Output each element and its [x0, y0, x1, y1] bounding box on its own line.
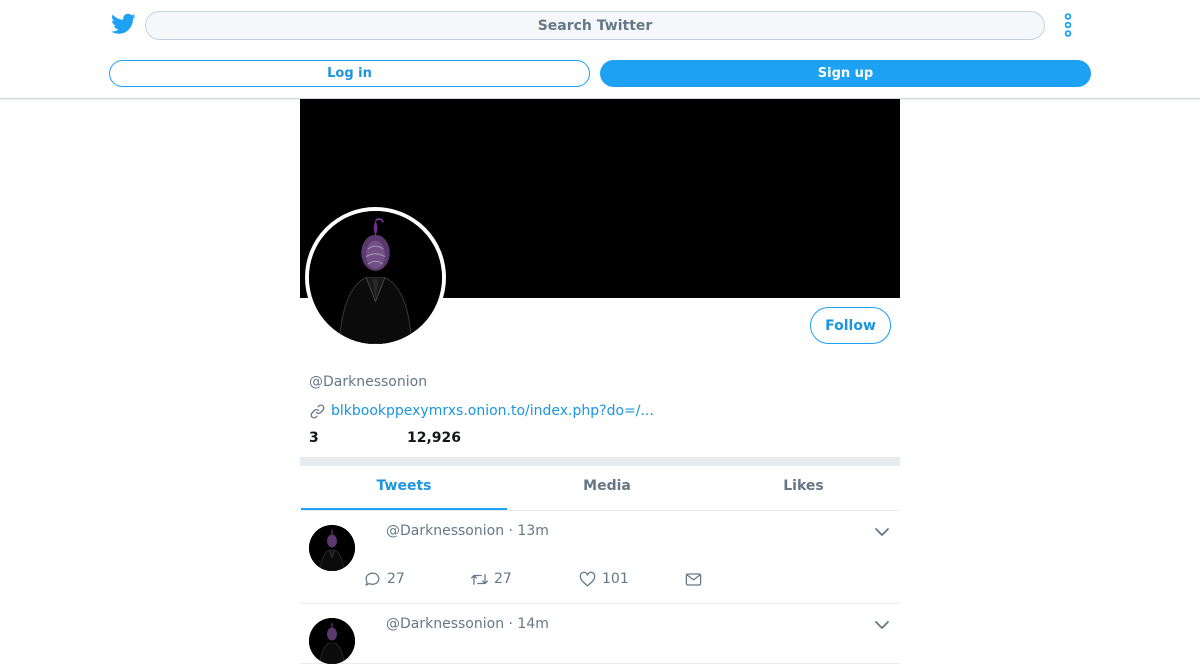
heart-icon: [579, 571, 596, 586]
tab-tweets[interactable]: Tweets: [301, 466, 507, 510]
reply-button[interactable]: 27: [363, 569, 405, 589]
retweet-count: 27: [494, 571, 512, 587]
tweet-avatar[interactable]: [309, 525, 355, 571]
profile-handle: @Darknessonion: [309, 374, 428, 390]
tweet-actions: 27 27 101: [363, 569, 723, 589]
chevron-down-icon[interactable]: [874, 524, 890, 540]
tab-media[interactable]: Media: [507, 466, 707, 510]
profile-tabs: Tweets Media Likes: [300, 466, 900, 511]
following-count[interactable]: 3: [309, 430, 319, 446]
retweet-icon: [470, 573, 489, 585]
login-button[interactable]: Log in: [109, 60, 590, 87]
profile-avatar[interactable]: [305, 207, 446, 348]
profile-link-row: blkbookppexymrxs.onion.to/index.php?do=/…: [309, 402, 654, 420]
reply-count: 27: [387, 571, 405, 587]
like-count: 101: [602, 571, 629, 587]
search-input[interactable]: [145, 11, 1045, 40]
tweet-avatar[interactable]: [309, 618, 355, 664]
tweet-header: @Darknessonion · 13m: [386, 523, 549, 539]
top-header: Log in Sign up: [0, 0, 1200, 99]
tab-likes[interactable]: Likes: [707, 466, 900, 510]
link-chain-icon: [310, 404, 325, 418]
section-divider: [300, 457, 900, 466]
twitter-bird-icon[interactable]: [111, 13, 136, 35]
chevron-down-icon[interactable]: [874, 617, 890, 633]
tweet-item[interactable]: @Darknessonion · 13m 27 27 101: [300, 511, 900, 604]
profile-website-link[interactable]: blkbookppexymrxs.onion.to/index.php?do=/…: [331, 403, 654, 419]
followers-count[interactable]: 12,926: [407, 430, 461, 446]
retweet-button[interactable]: 27: [470, 569, 512, 589]
tweet-item[interactable]: @Darknessonion · 14m: [300, 604, 900, 664]
follow-button[interactable]: Follow: [810, 307, 891, 344]
signup-button[interactable]: Sign up: [600, 60, 1091, 87]
onion-figure-image: [309, 525, 355, 571]
like-button[interactable]: 101: [578, 569, 629, 589]
direct-message-button[interactable]: [684, 569, 708, 589]
reply-bubble-icon: [365, 572, 380, 586]
onion-figure-image: [309, 618, 355, 664]
vertical-dots-icon[interactable]: [1061, 13, 1075, 37]
envelope-icon: [685, 572, 702, 586]
onion-figure-image: [309, 211, 442, 344]
